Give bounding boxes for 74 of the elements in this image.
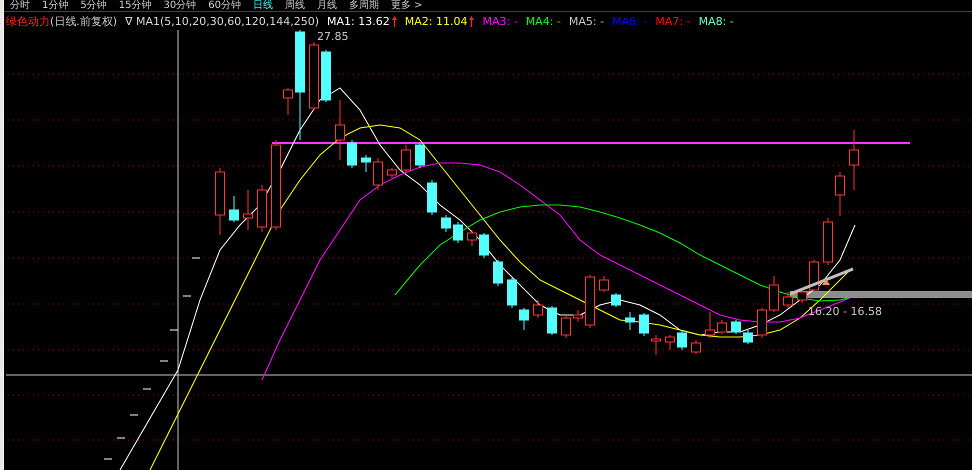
candlestick [533,300,543,318]
candlestick [809,260,819,292]
candlestick [611,292,621,308]
period-tab[interactable]: 更多 > [390,1,423,11]
candlestick [387,168,397,178]
period-tab[interactable]: 周线 [284,1,305,11]
ma-value: MA8: - [698,14,734,28]
period-tab[interactable]: 5分钟 [80,1,107,11]
ma-value: MA1: 13.62 [327,14,390,28]
candlestick [415,142,425,168]
candlestick [283,88,293,116]
ma-value: MA4: - [526,14,561,28]
candlestick [441,214,451,232]
candlestick [507,278,517,308]
candlestick [335,100,345,160]
period-tab[interactable]: 多周期 [348,1,379,11]
indicator-formula[interactable]: ∇ MA1(5,10,20,30,60,120,144,250) [125,14,319,28]
candlestick [823,218,833,266]
candlestick [519,308,529,330]
period-tab[interactable]: 30分钟 [163,1,196,11]
candlestick [705,312,715,338]
candlestick [321,50,331,102]
candlestick [547,306,557,336]
indicator-name: 绿色动力 [6,14,50,28]
candlestick [677,330,687,350]
price-mode: (日线.前复权) [50,14,118,28]
candlestick [585,274,595,328]
candlestick [215,168,225,236]
candlestick [401,144,411,172]
candlestick [257,184,267,232]
ma-value: MA6: - [612,14,648,28]
candlestick [849,130,859,190]
period-tab[interactable]: 15分钟 [118,1,152,11]
period-tab[interactable]: 月线 [316,1,337,11]
ma-value: MA5: - [568,14,604,28]
period-tab[interactable]: 分时 [10,1,30,11]
ma-value: MA2: 11.04 [404,14,468,28]
ma-value: MA3: - [482,14,518,28]
trend-line [789,268,854,296]
candlestick [651,334,661,356]
triangle-marker-icon [822,279,830,285]
candlestick [639,312,649,336]
candlestick [479,232,489,258]
up-arrow-icon [469,16,474,26]
period-tab[interactable]: 60分钟 [208,1,241,11]
candlestick [243,190,253,230]
candlestick [573,310,583,322]
high-price-label: 27.85 [317,30,348,43]
candlestick [467,230,477,246]
candlestick [309,42,319,110]
candlestick [783,292,793,308]
period-tab[interactable]: 日线 [252,1,273,11]
period-tab[interactable]: 1分钟 [42,1,68,11]
candlestick [373,158,383,190]
candlestick [229,196,239,222]
candlestick [797,288,807,304]
candlestick [743,330,753,344]
candlestick [453,222,463,244]
candlestick [731,320,741,334]
candlestick [625,312,635,330]
candlestick [717,320,727,334]
up-arrow-icon [392,16,397,26]
candlestick [347,140,357,168]
candlestick [835,172,845,216]
candlestick [427,180,437,216]
candlestick [691,340,701,354]
candlestick [769,276,779,312]
candlestick [757,308,767,338]
candlestick [493,260,503,286]
candlestick [599,276,609,292]
ma-value: MA7: - [655,14,691,28]
candlestick [665,334,675,350]
candlestick [361,154,371,172]
candlestick [561,314,571,338]
